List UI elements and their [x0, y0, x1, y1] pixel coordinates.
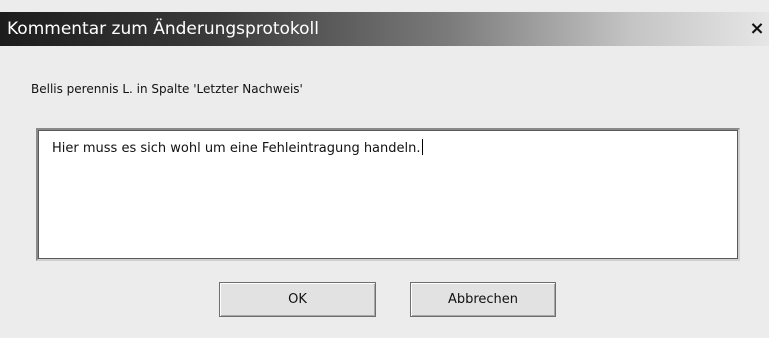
comment-text: Hier muss es sich wohl um eine Fehleintr…	[52, 141, 421, 156]
close-icon[interactable]: ×	[747, 19, 767, 39]
dialog-titlebar[interactable]: Kommentar zum Änderungsprotokoll ×	[0, 12, 769, 46]
change-context-label: Bellis perennis L. in Spalte 'Letzter Na…	[31, 82, 303, 96]
dialog-title: Kommentar zum Änderungsprotokoll	[7, 19, 319, 39]
ok-button[interactable]: OK	[219, 282, 376, 317]
comment-text-value: Hier muss es sich wohl um eine Fehleintr…	[52, 139, 423, 158]
text-cursor	[421, 139, 423, 155]
cancel-button[interactable]: Abbrechen	[410, 282, 556, 317]
comment-dialog: Kommentar zum Änderungsprotokoll × Belli…	[0, 0, 769, 338]
comment-textarea[interactable]: Hier muss es sich wohl um eine Fehleintr…	[36, 128, 740, 261]
